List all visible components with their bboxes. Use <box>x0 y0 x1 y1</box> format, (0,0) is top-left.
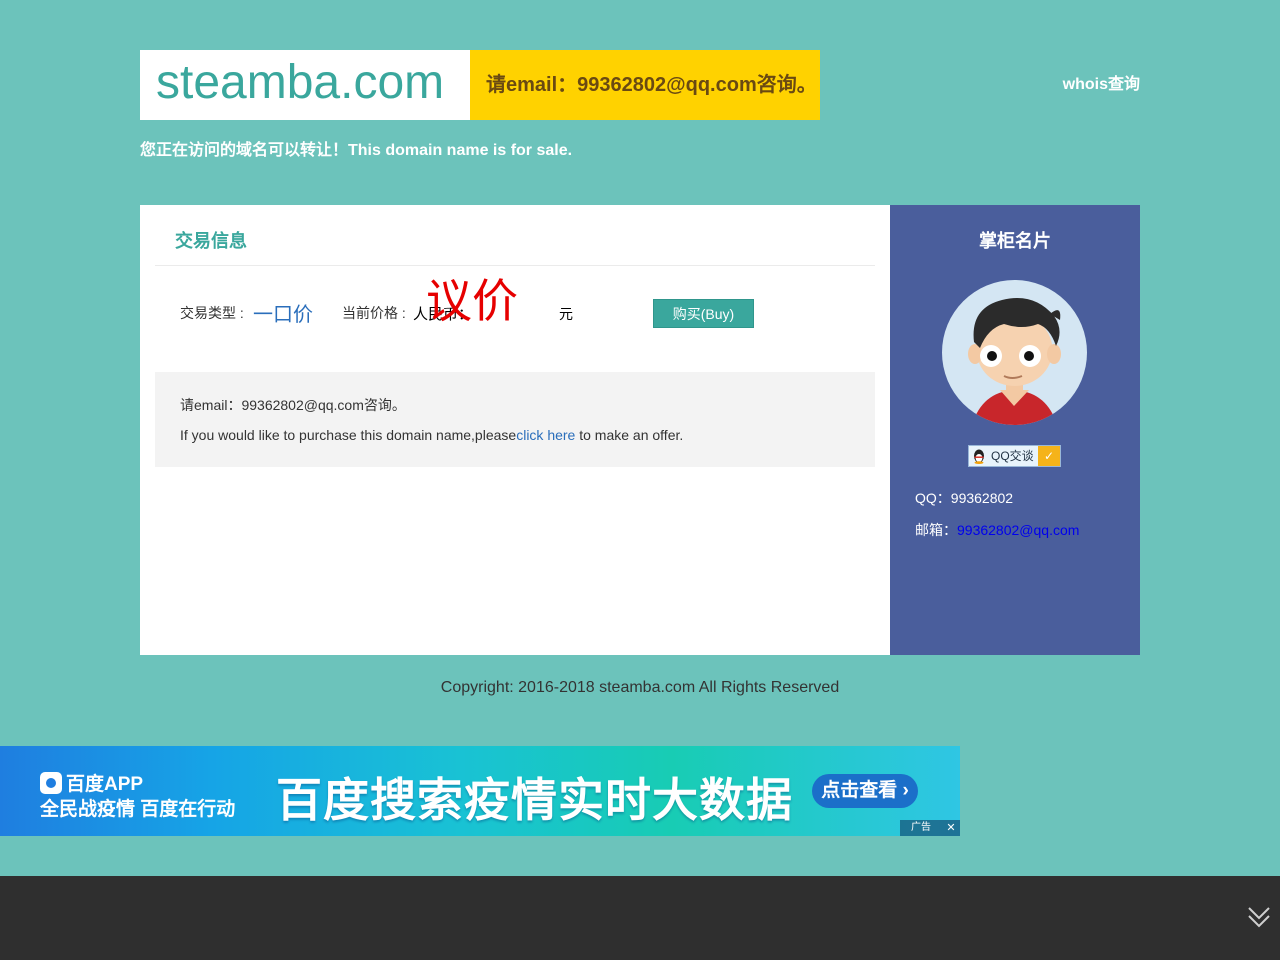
trade-type-value: 一口价 <box>253 304 313 326</box>
owner-email-link[interactable]: 99362802@qq.com <box>957 522 1079 538</box>
owner-qq-label: QQ： <box>915 490 951 506</box>
make-offer-link[interactable]: click here <box>516 427 575 443</box>
contact-banner: 请email：99362802@qq.com咨询。 <box>470 50 820 120</box>
ad-badge: 广告 <box>900 820 942 836</box>
sale-notice: 您正在访问的域名可以转让！This domain name is for sal… <box>140 142 573 159</box>
ad-app-name: 百度APP <box>66 774 144 795</box>
offer-purchase-line: If you would like to purchase this domai… <box>180 420 850 450</box>
qq-penguin-icon <box>972 448 986 470</box>
qq-chat-label: QQ交谈 <box>991 449 1034 463</box>
ad-headline: 百度搜索疫情实时大数据 <box>276 774 793 826</box>
ad-cta-button[interactable]: 点击查看 › <box>812 774 918 808</box>
ad-banner[interactable]: 百度APP 全民战疫情 百度在行动 百度搜索疫情实时大数据 点击查看 › 广告 … <box>0 746 960 836</box>
domain-logo: steamba.com <box>140 50 470 120</box>
offer-box: 请email：99362802@qq.com咨询。 If you would l… <box>155 372 875 467</box>
ad-close-icon[interactable]: ✕ <box>942 820 960 836</box>
footer-bar <box>0 876 1280 960</box>
owner-email: 邮箱：99362802@qq.com <box>915 520 1079 540</box>
copyright: Copyright: 2016-2018 steamba.com All Rig… <box>440 679 840 696</box>
qq-chat-button[interactable]: QQ交谈 ✓ <box>968 445 1061 467</box>
offer-prefix: If you would like to purchase this domai… <box>180 427 517 443</box>
price-unit: 元 <box>559 306 573 322</box>
price-value: 议价 <box>426 275 518 327</box>
buy-button[interactable]: 购买(Buy) <box>653 299 754 328</box>
baidu-paw-icon <box>40 772 62 794</box>
contact-text: 请email：99362802@qq.com咨询。 <box>486 74 817 96</box>
domain-name: steamba.com <box>156 56 445 109</box>
owner-card-title: 掌柜名片 <box>979 231 1051 251</box>
owner-qq-value: 99362802 <box>950 490 1014 506</box>
owner-card: 掌柜名片 QQ交谈 ✓ QQ：99362802 邮箱：99362802@qq.c… <box>890 205 1140 655</box>
ad-app-logo: 百度APP <box>40 769 143 796</box>
panel-divider <box>155 265 875 266</box>
trade-panel-title: 交易信息 <box>175 231 247 251</box>
double-chevron-down-icon[interactable] <box>1246 904 1272 935</box>
trade-panel: 交易信息 交易类型 : 一口价 当前价格 : 人民币： 议价 元 购买(Buy)… <box>140 205 890 655</box>
owner-email-label: 邮箱： <box>915 522 957 538</box>
price-label: 当前价格 : <box>342 305 406 321</box>
ad-cta-label: 点击查看 <box>821 780 898 801</box>
owner-qq: QQ：99362802 <box>915 488 1013 508</box>
cartoon-boy-avatar-icon <box>942 280 1087 425</box>
trade-info-row: 交易类型 : 一口价 当前价格 : 人民币： 议价 元 购买(Buy) <box>180 273 880 333</box>
trade-type-label: 交易类型 : <box>180 305 244 321</box>
check-icon: ✓ <box>1038 446 1060 466</box>
whois-link[interactable]: whois查询 <box>1063 70 1140 94</box>
ad-slogan: 全民战疫情 百度在行动 <box>40 799 236 820</box>
offer-contact-line: 请email：99362802@qq.com咨询。 <box>180 397 406 413</box>
offer-suffix: to make an offer. <box>575 427 684 443</box>
